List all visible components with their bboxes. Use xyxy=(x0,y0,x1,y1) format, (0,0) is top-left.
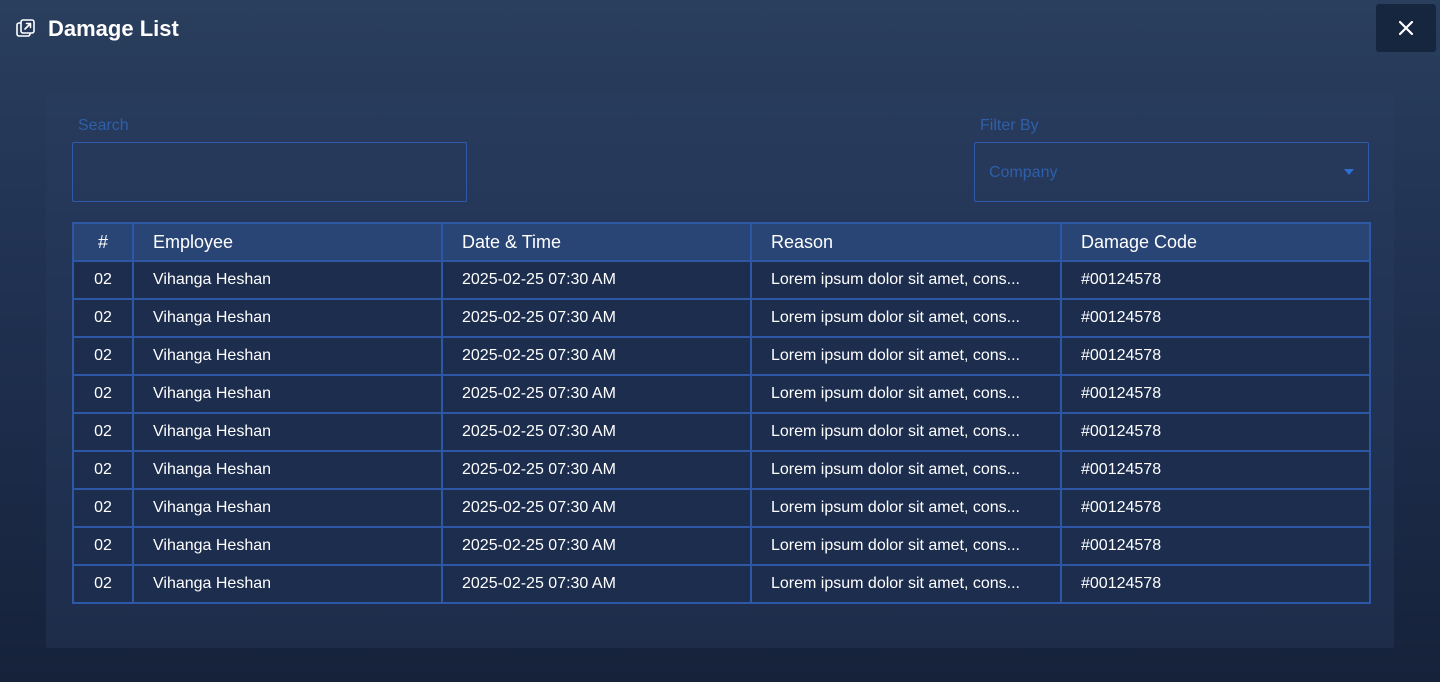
table-row[interactable]: 02 Vihanga Heshan 2025-02-25 07:30 AM Lorem… xyxy=(72,488,1371,528)
table-row[interactable]: 02 Vihanga Heshan 2025-02-25 07:30 AM Lorem… xyxy=(72,526,1371,566)
cell-datetime: 2025-02-25 07:30 AM xyxy=(441,526,752,566)
column-header-damage-code: Damage Code xyxy=(1060,222,1371,262)
cell-number: 02 xyxy=(72,450,134,490)
cell-damage-code: #00124578 xyxy=(1060,526,1371,566)
cell-reason: Lorem ipsum dolor sit amet, cons... xyxy=(750,298,1062,338)
table-row[interactable]: 02 Vihanga Heshan 2025-02-25 07:30 AM Lorem… xyxy=(72,450,1371,490)
cell-number: 02 xyxy=(72,526,134,566)
table-row[interactable]: 02 Vihanga Heshan 2025-02-25 07:30 AM Lorem… xyxy=(72,412,1371,452)
table-row[interactable]: 02 Vihanga Heshan 2025-02-25 07:30 AM Lorem… xyxy=(72,260,1371,300)
column-header-employee: Employee xyxy=(132,222,443,262)
cell-damage-code: #00124578 xyxy=(1060,336,1371,376)
cell-reason: Lorem ipsum dolor sit amet, cons... xyxy=(750,412,1062,452)
cell-datetime: 2025-02-25 07:30 AM xyxy=(441,412,752,452)
cell-number: 02 xyxy=(72,564,134,604)
page-title: Damage List xyxy=(48,16,179,41)
cell-reason: Lorem ipsum dolor sit amet, cons... xyxy=(750,336,1062,376)
caret-down-icon xyxy=(1344,169,1354,175)
cell-damage-code: #00124578 xyxy=(1060,412,1371,452)
cell-employee: Vihanga Heshan xyxy=(132,450,443,490)
cell-number: 02 xyxy=(72,374,134,414)
cell-employee: Vihanga Heshan xyxy=(132,336,443,376)
cell-reason: Lorem ipsum dolor sit amet, cons... xyxy=(750,260,1062,300)
cell-reason: Lorem ipsum dolor sit amet, cons... xyxy=(750,450,1062,490)
cell-number: 02 xyxy=(72,488,134,528)
cell-reason: Lorem ipsum dolor sit amet, cons... xyxy=(750,526,1062,566)
cell-datetime: 2025-02-25 07:30 AM xyxy=(441,260,752,300)
close-button[interactable] xyxy=(1376,4,1436,52)
cell-employee: Vihanga Heshan xyxy=(132,564,443,604)
cell-employee: Vihanga Heshan xyxy=(132,260,443,300)
cell-datetime: 2025-02-25 07:30 AM xyxy=(441,374,752,414)
column-header-number: # xyxy=(72,222,134,262)
cell-damage-code: #00124578 xyxy=(1060,564,1371,604)
cell-datetime: 2025-02-25 07:30 AM xyxy=(441,564,752,604)
cell-number: 02 xyxy=(72,336,134,376)
column-header-datetime: Date & Time xyxy=(441,222,752,262)
table-row[interactable]: 02 Vihanga Heshan 2025-02-25 07:30 AM Lorem… xyxy=(72,298,1371,338)
cell-damage-code: #00124578 xyxy=(1060,488,1371,528)
cell-damage-code: #00124578 xyxy=(1060,374,1371,414)
cell-damage-code: #00124578 xyxy=(1060,260,1371,300)
cell-datetime: 2025-02-25 07:30 AM xyxy=(441,298,752,338)
cell-reason: Lorem ipsum dolor sit amet, cons... xyxy=(750,374,1062,414)
cell-employee: Vihanga Heshan xyxy=(132,298,443,338)
filter-label: Filter By xyxy=(980,117,1039,134)
search-input[interactable] xyxy=(72,142,467,202)
cell-reason: Lorem ipsum dolor sit amet, cons... xyxy=(750,564,1062,604)
cell-number: 02 xyxy=(72,260,134,300)
cell-employee: Vihanga Heshan xyxy=(132,374,443,414)
cell-employee: Vihanga Heshan xyxy=(132,526,443,566)
search-label: Search xyxy=(78,117,129,134)
cell-number: 02 xyxy=(72,412,134,452)
cell-damage-code: #00124578 xyxy=(1060,450,1371,490)
damage-table: # Employee Date & Time Reason Damage Cod… xyxy=(72,222,1371,604)
cell-employee: Vihanga Heshan xyxy=(132,412,443,452)
cell-damage-code: #00124578 xyxy=(1060,298,1371,338)
cell-number: 02 xyxy=(72,298,134,338)
table-row[interactable]: 02 Vihanga Heshan 2025-02-25 07:30 AM Lorem… xyxy=(72,374,1371,414)
column-header-reason: Reason xyxy=(750,222,1062,262)
cell-reason: Lorem ipsum dolor sit amet, cons... xyxy=(750,488,1062,528)
cell-datetime: 2025-02-25 07:30 AM xyxy=(441,488,752,528)
filter-dropdown[interactable]: Company xyxy=(974,142,1369,202)
table-row[interactable]: 02 Vihanga Heshan 2025-02-25 07:30 AM Lorem… xyxy=(72,336,1371,376)
cell-employee: Vihanga Heshan xyxy=(132,488,443,528)
cell-datetime: 2025-02-25 07:30 AM xyxy=(441,336,752,376)
table-header-row: # Employee Date & Time Reason Damage Cod… xyxy=(72,222,1371,262)
close-icon xyxy=(1398,20,1414,36)
external-link-icon xyxy=(16,19,35,37)
cell-datetime: 2025-02-25 07:30 AM xyxy=(441,450,752,490)
filter-selected-value: Company xyxy=(989,164,1058,181)
table-row[interactable]: 02 Vihanga Heshan 2025-02-25 07:30 AM Lorem… xyxy=(72,564,1371,604)
